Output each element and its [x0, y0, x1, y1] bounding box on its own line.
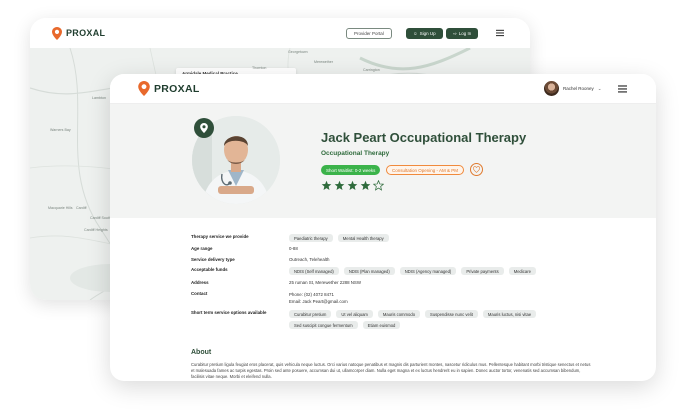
star-filled-icon	[334, 180, 345, 190]
detail-row-short-term: Short term service options available Cur…	[191, 310, 589, 329]
detail-value: 0-88	[289, 246, 298, 251]
detail-label: Contact	[191, 291, 208, 296]
detail-row-address: Address 25 ruman St, Merewether 2288 NSW	[191, 280, 361, 285]
detail-label: Age range	[191, 246, 213, 251]
detail-row-therapy: Therapy service we provide Paediatric th…	[191, 234, 589, 242]
star-filled-icon	[347, 180, 358, 190]
about-text: Curabitur pretium ligula feugiat eros pl…	[191, 362, 591, 380]
detail-label: Short term service options available	[191, 310, 267, 315]
logo-pin-icon	[52, 26, 62, 40]
map-label: Thornton	[252, 66, 267, 70]
short-term-chips: Curabitur pretium Ut vel aliquam Mauris …	[289, 310, 589, 329]
profile-hero: Jack Peart Occupational Therapy Occupati…	[110, 104, 656, 218]
chip: Suspendisse nunc velit	[425, 310, 478, 318]
detail-row-contact: Contact Phone: (02) 4072 8471 Email: Jac…	[191, 291, 348, 305]
provider-portal-button[interactable]: Provider Portal	[346, 28, 392, 39]
chip: Ut vel aliquam	[336, 310, 373, 318]
contact-info: Phone: (02) 4072 8471 Email: Jack Peart@…	[289, 291, 348, 305]
heart-icon	[473, 166, 480, 173]
detail-label: Acceptable funds	[191, 267, 228, 272]
log-in-label: Log In	[458, 31, 472, 36]
chip: Mauris commodo	[377, 310, 421, 318]
logo-text: PROXAL	[66, 28, 106, 38]
about-heading: About	[191, 349, 212, 356]
front-header: PROXAL Rachel Rooney ⌄	[110, 74, 656, 104]
sign-up-button[interactable]: ☺ Sign Up	[406, 28, 443, 39]
detail-row-delivery: Service delivery type Outreach, Teleheal…	[191, 257, 329, 262]
provider-name: Jack Peart Occupational Therapy	[321, 130, 527, 145]
consultation-badge: Consultation Opening - AM & PM	[386, 165, 465, 175]
location-pin-icon	[194, 118, 214, 138]
detail-label: Therapy service we provide	[191, 234, 249, 239]
front-window-provider-profile: PROXAL Rachel Rooney ⌄ Jack Peart Occupa…	[110, 74, 656, 381]
map-label: Cardiff Heights	[84, 228, 108, 232]
map-label: Macquarie Hills	[48, 206, 73, 210]
chip: Sed suscipit congue fermentum	[289, 321, 358, 329]
user-name: Rachel Rooney	[563, 86, 594, 91]
map-label: Cardiff South	[90, 216, 111, 220]
chip: Medicare	[508, 267, 536, 275]
chip: NDIS (Agency managed)	[399, 267, 457, 275]
logo-text: PROXAL	[154, 82, 200, 95]
map-label: Merewether	[314, 60, 333, 64]
chip: Mental Health therapy	[337, 234, 389, 242]
favorite-button[interactable]	[470, 163, 483, 176]
chip: NDIS (Self managed)	[289, 267, 339, 275]
provider-category: Occupational Therapy	[321, 150, 390, 157]
stage: PROXAL Provider Portal ☺ Sign Up ⇨ Log I…	[0, 0, 685, 420]
avatar	[544, 81, 559, 96]
rating-stars	[321, 180, 384, 191]
detail-row-funds: Acceptable funds NDIS (Self managed) NDI…	[191, 267, 589, 275]
back-header: PROXAL Provider Portal ☺ Sign Up ⇨ Log I…	[30, 18, 530, 48]
map-label: Georgetown	[288, 50, 308, 54]
detail-label: Address	[191, 280, 209, 285]
sign-up-label: Sign Up	[419, 31, 436, 36]
contact-email[interactable]: Email: Jack Peart@gmail.com	[289, 298, 348, 305]
star-empty-icon	[373, 180, 384, 191]
hamburger-menu-icon[interactable]	[496, 29, 504, 37]
funds-chips: NDIS (Self managed) NDIS (Plan managed) …	[289, 267, 589, 275]
map-label: Carrington	[363, 68, 380, 72]
star-filled-icon	[360, 180, 371, 190]
chip: Paediatric therapy	[289, 234, 333, 242]
user-icon: ☺	[413, 31, 418, 36]
chip: Private payments	[461, 267, 504, 275]
star-filled-icon	[321, 180, 332, 190]
logo[interactable]: PROXAL	[138, 81, 200, 96]
hamburger-menu-icon[interactable]	[618, 85, 627, 93]
chip: Mauris luctus, nisi vitae	[482, 310, 537, 318]
detail-value: Outreach, Telehealth	[289, 257, 330, 262]
chip: NDIS (Plan managed)	[343, 267, 395, 275]
log-in-button[interactable]: ⇨ Log In	[446, 28, 479, 39]
user-menu[interactable]: Rachel Rooney ⌄	[544, 81, 602, 96]
map-label: Cardiff	[76, 206, 87, 210]
detail-row-age: Age range 0-88	[191, 246, 298, 251]
map-label: Lambton	[92, 96, 106, 100]
detail-value: 25 ruman St, Merewether 2288 NSW	[289, 280, 361, 285]
chip: Etiam euismod	[362, 321, 401, 329]
contact-phone[interactable]: Phone: (02) 4072 8471	[289, 291, 348, 298]
chip: Curabitur pretium	[289, 310, 332, 318]
login-icon: ⇨	[453, 30, 457, 36]
therapy-chips: Paediatric therapy Mental Health therapy	[289, 234, 589, 242]
detail-label: Service delivery type	[191, 257, 235, 262]
logo-pin-icon	[138, 81, 150, 96]
chevron-down-icon: ⌄	[597, 85, 602, 91]
map-label: Warners Bay	[50, 128, 71, 132]
logo[interactable]: PROXAL	[52, 26, 106, 40]
waitlist-badge: Short Waitlist: 0-2 weeks	[321, 165, 381, 175]
